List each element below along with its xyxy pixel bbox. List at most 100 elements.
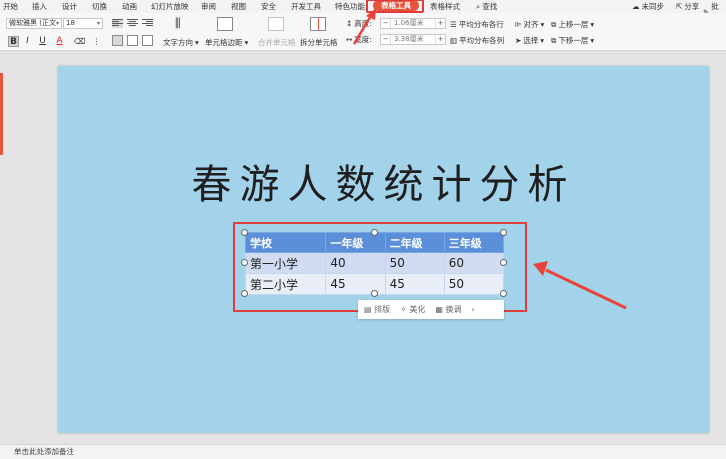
more-format-icon[interactable]: ⋮ <box>91 36 102 47</box>
merge-cells-button[interactable]: 合并单元格 <box>258 37 296 48</box>
search-button[interactable]: ⌕ 查找 <box>476 1 497 12</box>
resize-handle[interactable] <box>241 229 248 236</box>
share-button[interactable]: ⇱ 分享 <box>676 1 699 12</box>
floating-toolbar: ▤ 排版 ✧ 美化 ▦ 换调 › <box>358 300 504 319</box>
split-cells-button[interactable]: 拆分单元格 <box>300 37 338 48</box>
tab-animation[interactable]: 动画 <box>122 1 137 12</box>
distribute-rows-button[interactable]: ☰ 平均分布各行 <box>450 19 504 30</box>
cloud-icon: ☁ <box>632 2 640 11</box>
width-label: ↔ 宽度: <box>346 35 372 44</box>
tab-review[interactable]: 审阅 <box>201 1 216 12</box>
table-tools-highlight <box>366 0 424 13</box>
valign-bottom-icon[interactable] <box>142 35 153 46</box>
beautify-button[interactable]: ✧ 美化 <box>400 304 425 315</box>
slide-title[interactable]: 春游人数统计分析 <box>58 152 709 210</box>
sync-button[interactable]: ☁ 未同步 <box>632 1 664 12</box>
bring-forward-icon: ⧉ <box>551 19 557 29</box>
table-cell[interactable]: 45 <box>384 273 445 295</box>
tab-view[interactable]: 视图 <box>231 1 246 12</box>
chevron-down-icon: ▾ <box>540 20 545 29</box>
cell-margin-button[interactable]: 单元格边距 ▾ <box>205 37 248 48</box>
notes-placeholder[interactable]: 单击此处添加备注 <box>14 447 74 456</box>
minus-icon[interactable]: − <box>381 19 391 28</box>
cell-margin-icon <box>217 17 233 31</box>
tab-developer[interactable]: 开发工具 <box>291 1 321 12</box>
clear-format-icon[interactable]: ⌫ <box>74 36 85 47</box>
header-cell[interactable]: 学校 <box>244 232 327 253</box>
thumbnail-indicator <box>0 73 3 155</box>
chevron-down-icon: ▾ <box>96 20 100 27</box>
tab-transition[interactable]: 切换 <box>92 1 107 12</box>
split-cells-icon <box>310 17 326 31</box>
table-cell[interactable]: 40 <box>325 252 386 274</box>
ribbon: 微软雅黑 (正文 ▾ 18 ▾ B I U A ⌫ ⋮ ⫼ 文字方向 ▾ 单元格边… <box>0 13 726 51</box>
resize-handle[interactable] <box>371 229 378 236</box>
chevron-down-icon: ▾ <box>590 20 595 29</box>
sort-button[interactable]: ▤ 排版 <box>364 304 390 315</box>
send-backward-button[interactable]: ⧉ 下移一层 ▾ <box>551 35 594 46</box>
table-cell[interactable]: 60 <box>443 252 505 274</box>
menu-bar: 开始 插入 设计 切换 动画 幻灯片放映 审阅 视图 安全 开发工具 特色功能 … <box>0 0 726 22</box>
cursor-icon: ➤ <box>515 36 522 45</box>
plus-icon[interactable]: + <box>435 19 445 28</box>
select-button[interactable]: ➤ 选择 ▾ <box>515 35 544 46</box>
font-color-button[interactable]: A <box>54 36 65 47</box>
font-size-select[interactable]: 18 ▾ <box>63 18 103 29</box>
layout-icon: ▤ <box>364 305 372 314</box>
height-icon: ↕ <box>346 19 353 28</box>
chevron-down-icon: ▾ <box>590 36 595 45</box>
distribute-rows-icon: ☰ <box>450 20 457 29</box>
status-bar: 单击此处添加备注 <box>0 444 726 459</box>
align-left-icon[interactable] <box>112 19 123 28</box>
table-cell[interactable]: 第一小学 <box>244 252 327 274</box>
chevron-down-icon: ▾ <box>540 36 545 45</box>
minus-icon[interactable]: − <box>381 35 391 44</box>
width-input[interactable]: − 3.38厘米 + <box>380 34 446 45</box>
chevron-right-icon[interactable]: › <box>471 305 474 314</box>
table-cell[interactable]: 50 <box>384 252 445 274</box>
distribute-cols-icon: ▥ <box>450 36 458 45</box>
tab-security[interactable]: 安全 <box>261 1 276 12</box>
tab-special[interactable]: 特色功能 <box>335 1 365 12</box>
resize-handle[interactable] <box>241 290 248 297</box>
resize-handle[interactable] <box>500 259 507 266</box>
header-cell[interactable]: 二年级 <box>384 232 445 253</box>
italic-button[interactable]: I <box>22 36 33 47</box>
distribute-cols-button[interactable]: ▥ 平均分布各列 <box>450 35 504 46</box>
tab-home[interactable]: 开始 <box>3 1 18 12</box>
header-cell[interactable]: 三年级 <box>443 232 505 253</box>
bring-forward-button[interactable]: ⧉ 上移一层 ▾ <box>551 19 594 30</box>
data-table[interactable]: 学校 一年级 二年级 三年级 第一小学 40 50 60 第二小学 45 45 … <box>244 232 505 295</box>
valign-top-icon[interactable] <box>112 35 123 46</box>
text-direction-button[interactable]: 文字方向 ▾ <box>163 37 199 48</box>
resize-handle[interactable] <box>371 290 378 297</box>
resize-handle[interactable] <box>500 229 507 236</box>
tab-design[interactable]: 设计 <box>62 1 77 12</box>
align-button[interactable]: ⊫ 对齐 ▾ <box>515 19 544 30</box>
table-row: 第一小学 40 50 60 <box>244 252 505 274</box>
align-center-icon[interactable] <box>127 19 138 28</box>
height-label: ↕ 高度: <box>346 19 372 28</box>
resize-handle[interactable] <box>500 290 507 297</box>
merge-cells-icon <box>268 17 284 31</box>
table-cell[interactable]: 50 <box>443 273 505 295</box>
bold-button[interactable]: B <box>8 36 19 47</box>
tab-slideshow[interactable]: 幻灯片放映 <box>151 1 189 12</box>
table-cell[interactable]: 第二小学 <box>244 273 327 295</box>
recolor-button[interactable]: ▦ 换调 <box>435 304 461 315</box>
chevron-down-icon: ▾ <box>195 38 199 47</box>
plus-icon[interactable]: + <box>435 35 445 44</box>
align-right-icon[interactable] <box>142 19 153 28</box>
text-direction-icon: ⫼ <box>175 16 181 30</box>
height-input[interactable]: − 1.06厘米 + <box>380 18 446 29</box>
chevron-down-icon: ▾ <box>55 20 59 27</box>
underline-button[interactable]: U <box>37 36 48 47</box>
tab-insert[interactable]: 插入 <box>32 1 47 12</box>
font-name-select[interactable]: 微软雅黑 (正文 ▾ <box>6 18 62 29</box>
tab-table-style[interactable]: 表格样式 <box>430 1 460 12</box>
width-icon: ↔ <box>346 35 353 44</box>
valign-middle-icon[interactable] <box>127 35 138 46</box>
share-icon: ⇱ <box>676 2 683 11</box>
palette-icon: ▦ <box>435 305 443 314</box>
resize-handle[interactable] <box>241 259 248 266</box>
